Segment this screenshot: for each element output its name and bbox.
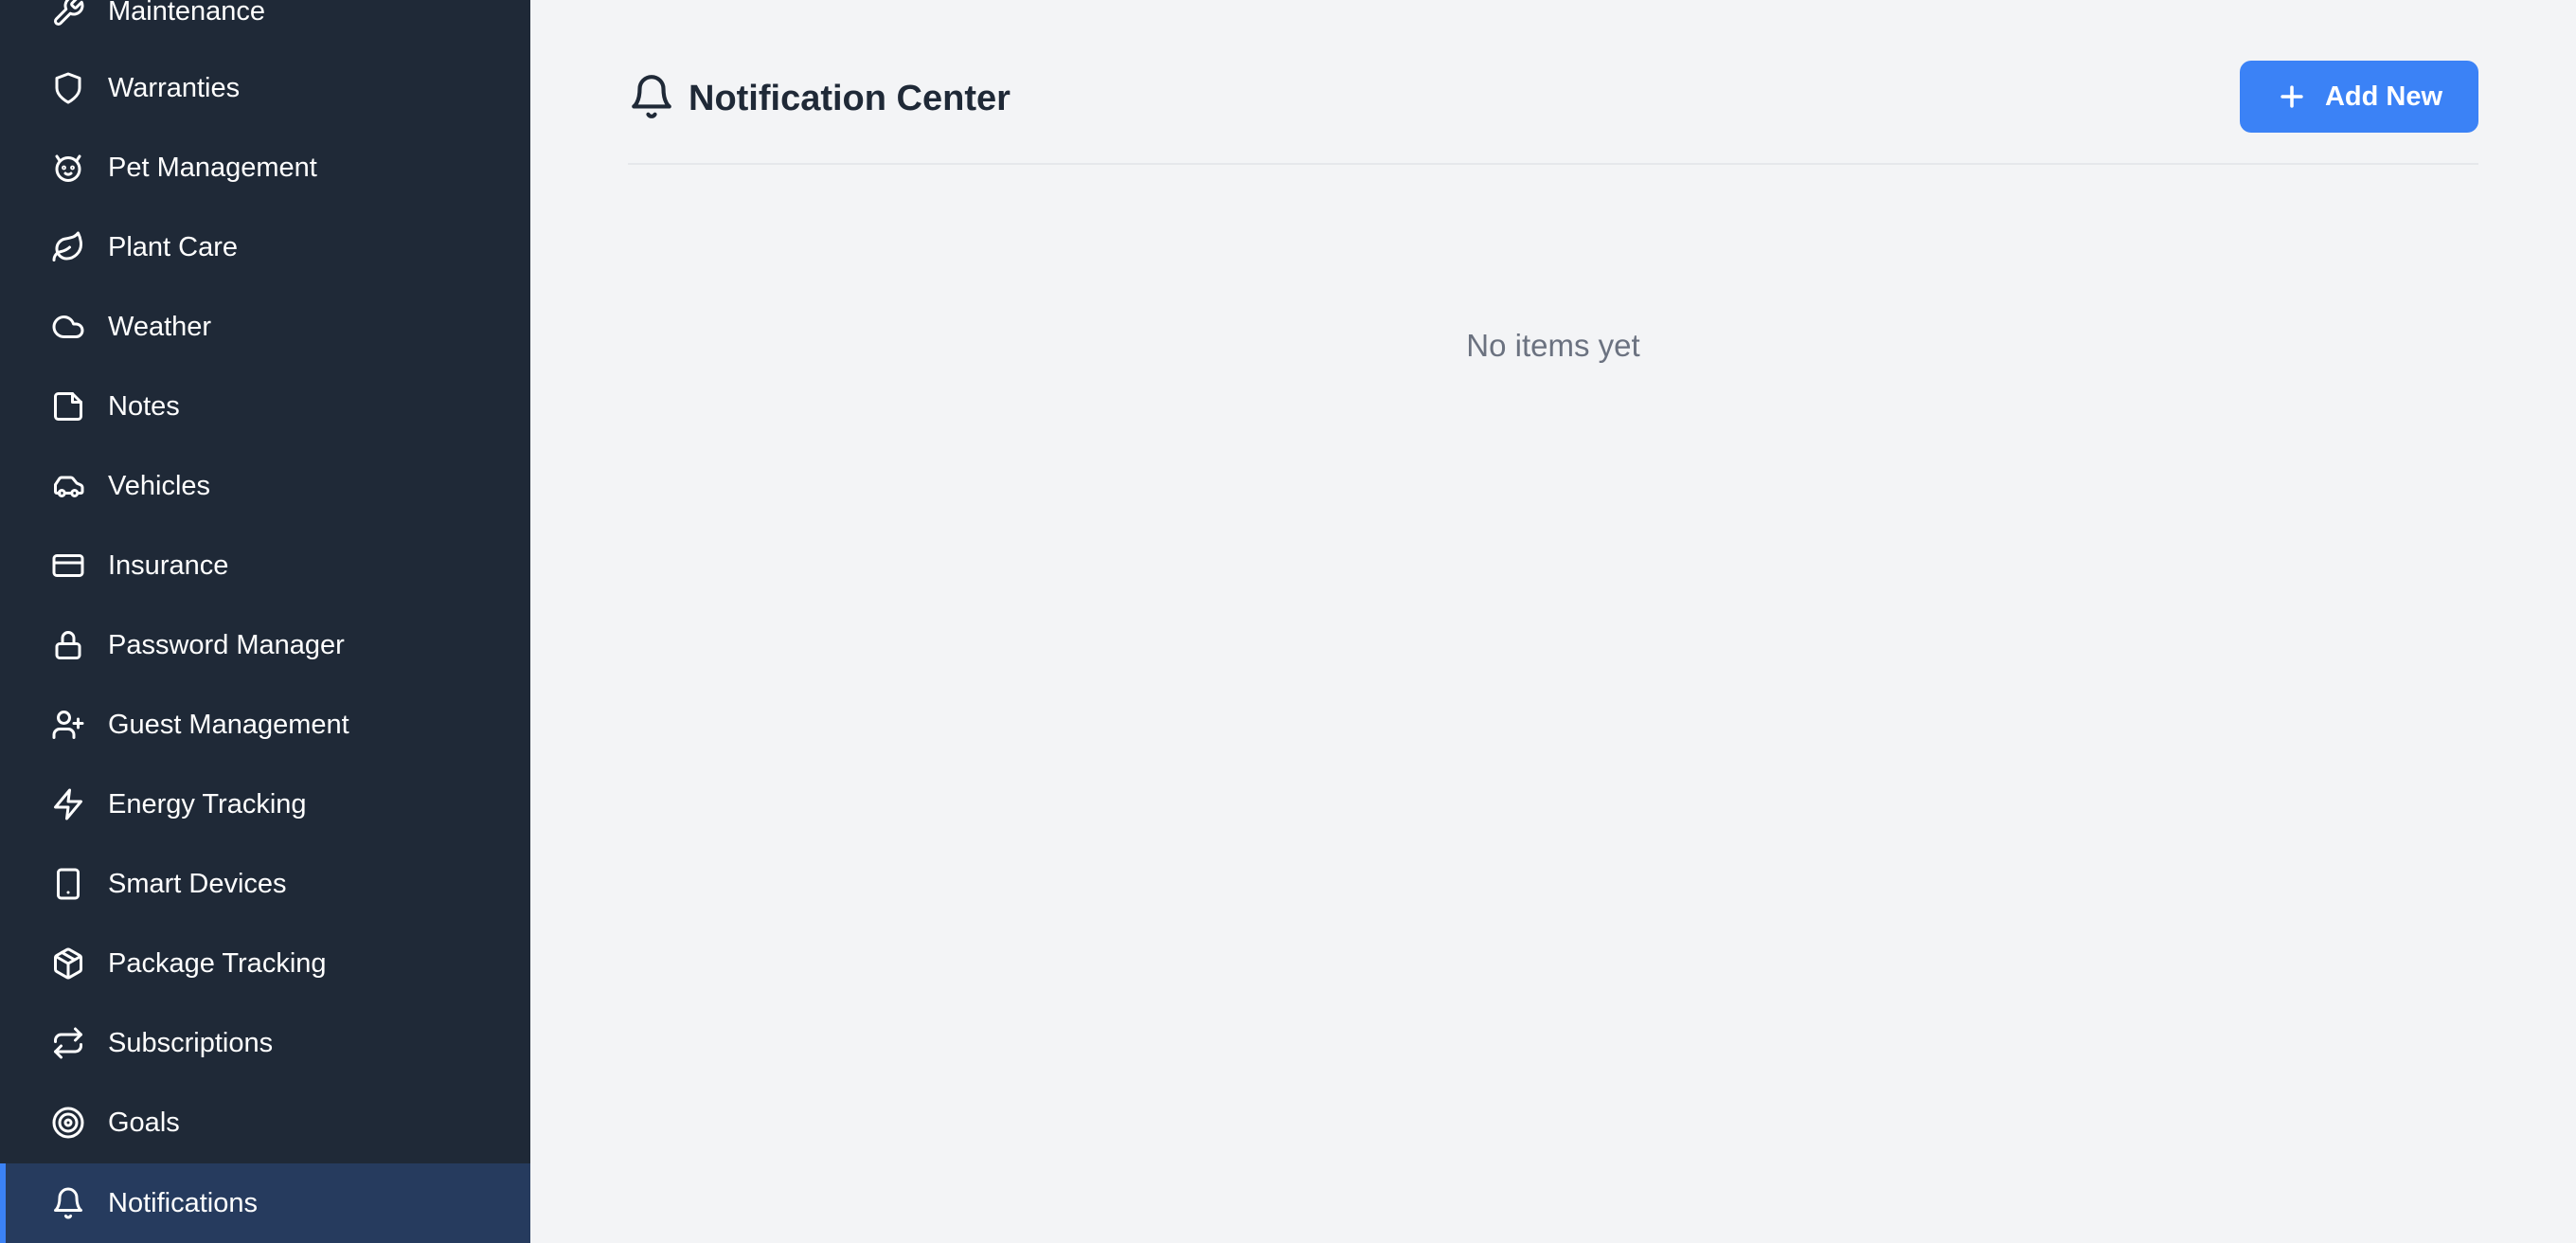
shield-icon — [49, 69, 87, 107]
cloud-icon — [49, 308, 87, 346]
smartphone-icon — [49, 865, 87, 903]
main-content: Notification Center Add New No items yet — [530, 0, 2576, 1243]
sidebar-item-label: Pet Management — [108, 152, 317, 183]
sidebar-item-subscriptions[interactable]: Subscriptions — [0, 1003, 530, 1083]
sidebar-item-label: Guest Management — [108, 709, 349, 740]
sidebar-item-label: Vehicles — [108, 470, 211, 501]
sidebar: Maintenance Warranties Pet Management Pl… — [0, 0, 530, 1243]
title-group: Notification Center — [628, 70, 1011, 127]
add-new-label: Add New — [2324, 81, 2443, 112]
sidebar-item-smart-devices[interactable]: Smart Devices — [0, 844, 530, 924]
sidebar-item-label: Smart Devices — [108, 868, 287, 899]
sidebar-item-label: Maintenance — [108, 0, 266, 27]
car-icon — [49, 467, 87, 505]
sidebar-item-energy-tracking[interactable]: Energy Tracking — [0, 765, 530, 844]
sidebar-item-pet-management[interactable]: Pet Management — [0, 128, 530, 207]
sidebar-item-label: Insurance — [108, 549, 229, 581]
sidebar-item-label: Goals — [108, 1107, 180, 1138]
leaf-icon — [49, 228, 87, 266]
sidebar-item-vehicles[interactable]: Vehicles — [0, 446, 530, 526]
sidebar-item-label: Plant Care — [108, 231, 239, 262]
empty-state-text: No items yet — [1466, 328, 1640, 363]
package-icon — [49, 945, 87, 982]
sidebar-item-maintenance[interactable]: Maintenance — [0, 0, 530, 51]
bell-icon — [628, 73, 675, 125]
sidebar-item-label: Notifications — [108, 1187, 258, 1218]
page-header: Notification Center Add New — [628, 61, 2478, 165]
paw-icon — [49, 149, 87, 187]
sidebar-item-insurance[interactable]: Insurance — [0, 526, 530, 605]
lock-icon — [49, 626, 87, 664]
sidebar-item-goals[interactable]: Goals — [0, 1083, 530, 1162]
sidebar-item-package-tracking[interactable]: Package Tracking — [0, 924, 530, 1003]
sidebar-item-guest-management[interactable]: Guest Management — [0, 685, 530, 765]
note-icon — [49, 387, 87, 425]
sidebar-item-label: Password Manager — [108, 629, 345, 660]
sidebar-item-notifications[interactable]: Notifications — [0, 1163, 530, 1243]
sidebar-item-notes[interactable]: Notes — [0, 367, 530, 446]
add-new-button[interactable]: Add New — [2240, 61, 2478, 133]
repeat-icon — [49, 1024, 87, 1062]
sidebar-item-plant-care[interactable]: Plant Care — [0, 207, 530, 287]
user-plus-icon — [49, 706, 87, 744]
lightning-icon — [49, 785, 87, 823]
sidebar-item-warranties[interactable]: Warranties — [0, 48, 530, 128]
plus-icon — [2281, 85, 2303, 108]
sidebar-item-label: Energy Tracking — [108, 788, 307, 820]
sidebar-item-password-manager[interactable]: Password Manager — [0, 605, 530, 685]
sidebar-item-label: Notes — [108, 390, 180, 422]
sidebar-item-label: Warranties — [108, 72, 241, 103]
bell-icon — [49, 1184, 87, 1222]
sidebar-item-label: Package Tracking — [108, 947, 327, 979]
target-icon — [49, 1104, 87, 1142]
sidebar-item-label: Subscriptions — [108, 1027, 274, 1058]
credit-card-icon — [49, 547, 87, 585]
sidebar-item-label: Weather — [108, 311, 212, 342]
page-title: Notification Center — [689, 78, 1011, 118]
sidebar-item-weather[interactable]: Weather — [0, 287, 530, 367]
wrench-icon — [49, 0, 87, 30]
